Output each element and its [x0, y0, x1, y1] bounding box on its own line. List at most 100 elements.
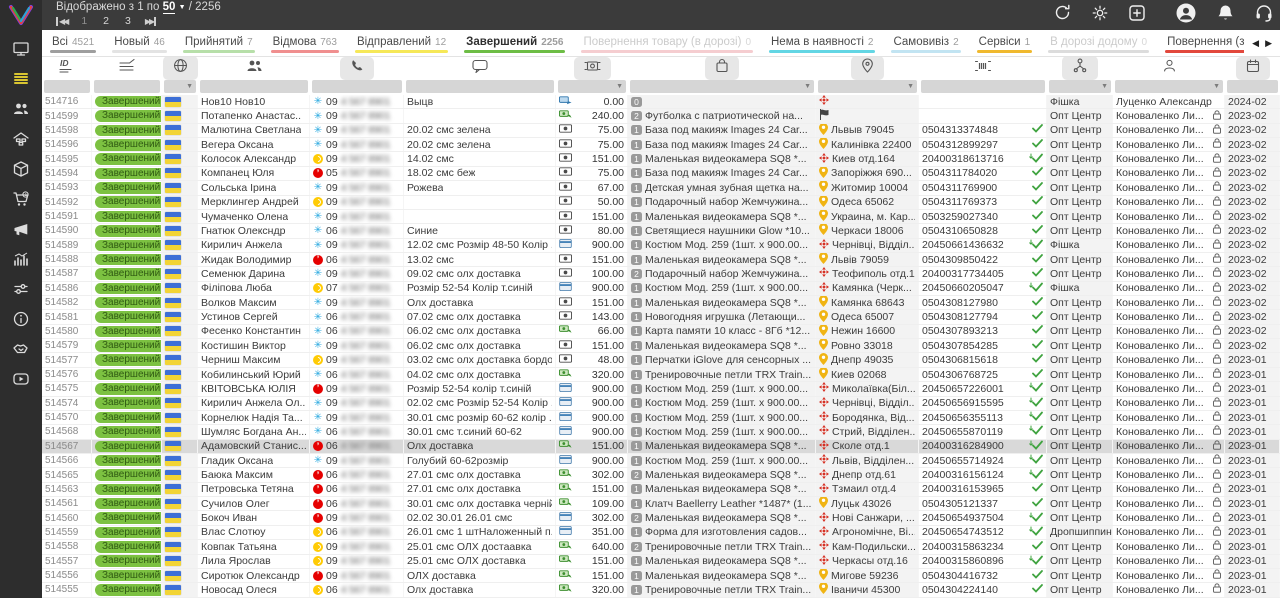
column-sort-source[interactable]	[1047, 57, 1113, 79]
table-row[interactable]: 514560ЗавершенийБокоч Иван’094 567 89010…	[42, 511, 1280, 525]
filter-ttn[interactable]	[921, 80, 1045, 93]
sidebar-item-products[interactable]	[8, 162, 34, 180]
tab-zavershenyi[interactable]: Завершений2256	[456, 30, 573, 56]
filter-status[interactable]	[94, 80, 160, 93]
column-sort-phone[interactable]	[310, 57, 404, 79]
sidebar-item-tutorials[interactable]	[8, 372, 34, 390]
table-row[interactable]: 514558ЗавершенийКовпак Татьяна094 567 89…	[42, 540, 1280, 554]
table-row[interactable]: 514557ЗавершенийЛила Ярослав094 567 8901…	[42, 555, 1280, 569]
page-button-2[interactable]: 2	[103, 15, 109, 27]
cell-source: Опт Центр	[1047, 497, 1113, 510]
sidebar-item-dashboard[interactable]	[8, 42, 34, 60]
column-sort-location[interactable]	[816, 57, 919, 79]
column-sort-comment[interactable]	[404, 57, 556, 79]
sidebar-item-company[interactable]	[8, 132, 34, 150]
tab-8[interactable]: Самовивіз2	[883, 30, 968, 56]
sidebar-item-statistics[interactable]	[8, 252, 34, 270]
filter-id[interactable]	[44, 80, 90, 93]
column-sort-price[interactable]	[556, 57, 628, 79]
sidebar-item-settings[interactable]	[8, 282, 34, 300]
tab-6[interactable]: Повернення товару (в дорозі)0	[573, 30, 761, 56]
filter-flag[interactable]: ▼	[164, 80, 196, 93]
column-sort-product[interactable]	[628, 57, 816, 79]
sidebar-item-partners[interactable]	[8, 342, 34, 360]
table-row[interactable]: 514581ЗавершенийУстинов Сергей✳064 567 8…	[42, 310, 1280, 324]
tab-3[interactable]: Відмова763	[263, 30, 347, 56]
tabs-scroll-left-icon[interactable]: ◀	[1252, 38, 1259, 49]
table-row[interactable]: 514568ЗавершенийШумляс Богдана Ан...✳064…	[42, 425, 1280, 439]
app-logo-icon[interactable]	[0, 0, 42, 30]
table-row[interactable]: 514555ЗавершенийНовосад Олеся064 567 890…	[42, 583, 1280, 597]
table-row[interactable]: 514590ЗавершенийГнатюк Олексндр✳064 567 …	[42, 224, 1280, 238]
table-row[interactable]: 514599ЗавершенийПотапенко Анастас..✳094 …	[42, 109, 1280, 123]
table-row[interactable]: 514559ЗавершенийВлас Слотюу064 567 89012…	[42, 526, 1280, 540]
table-row[interactable]: 514561ЗавершенийСучилов Олег’064 567 890…	[42, 497, 1280, 511]
tab-1[interactable]: Новый46	[104, 30, 175, 56]
column-sort-date[interactable]	[1225, 57, 1280, 79]
table-row[interactable]: 514716ЗавершенийНов10 Нов10✳094 567 8901…	[42, 95, 1280, 109]
table-row[interactable]: 514588ЗавершенийЖидак Володимир’064 567 …	[42, 253, 1280, 267]
filter-name[interactable]	[200, 80, 308, 93]
topbar-add-button[interactable]	[1128, 4, 1146, 27]
table-row[interactable]: 514577ЗавершенийЧерниш Максим094 567 890…	[42, 353, 1280, 367]
table-row[interactable]: 514592ЗавершенийМерклингер Андрей094 567…	[42, 196, 1280, 210]
filter-phone[interactable]	[312, 80, 402, 93]
sidebar-item-customers[interactable]	[8, 102, 34, 120]
page-button-1[interactable]: 1	[81, 15, 87, 27]
column-sort-id[interactable]: ID	[42, 57, 92, 79]
topbar-notifications-button[interactable]	[1216, 3, 1235, 27]
table-row[interactable]: 514563ЗавершенийПетровська Тетяна’064 56…	[42, 483, 1280, 497]
column-sort-name[interactable]	[198, 57, 310, 79]
table-row[interactable]: 514579ЗавершенийКостишин Виктор✳094 567 …	[42, 339, 1280, 353]
tab-2[interactable]: Прийнятий7	[175, 30, 263, 56]
table-row[interactable]: 514593ЗавершенийСольська Ірина✳094 567 8…	[42, 181, 1280, 195]
table-row[interactable]: 514591ЗавершенийЧумаченко Олена✳094 567 …	[42, 210, 1280, 224]
table-row[interactable]: 514575ЗавершенийКВІТОВСЬКА ЮЛІЯ’094 567 …	[42, 382, 1280, 396]
table-row[interactable]: 514589ЗавершенийКирилич Анжела✳094 567 8…	[42, 239, 1280, 253]
table-row[interactable]: 514582ЗавершенийВолков Максим✳094 567 89…	[42, 296, 1280, 310]
table-row[interactable]: 514594ЗавершенийКомпанец Юля’054 567 890…	[42, 167, 1280, 181]
table-row[interactable]: 514556ЗавершенийСиротюк Олександр’094 56…	[42, 569, 1280, 583]
tab-4[interactable]: Відправлений12	[347, 30, 456, 56]
sidebar-item-marketing[interactable]	[8, 222, 34, 240]
topbar-support-button[interactable]	[1254, 3, 1274, 28]
tab-10[interactable]: В дорозі додому0	[1040, 30, 1157, 56]
column-sort-manager[interactable]	[1113, 57, 1225, 79]
table-row[interactable]: 514567ЗавершенийАдамовский Станис...’064…	[42, 440, 1280, 454]
table-row[interactable]: 514596ЗавершенийВегера Оксана✳094 567 89…	[42, 138, 1280, 152]
table-row[interactable]: 514587ЗавершенийСеменюк Дарина✳094 567 8…	[42, 267, 1280, 281]
topbar-profile-button[interactable]	[1175, 2, 1197, 29]
tab-7[interactable]: Нема в наявності2	[761, 30, 883, 56]
tab-9[interactable]: Сервіси1	[969, 30, 1041, 56]
column-sort-status[interactable]	[92, 57, 162, 79]
tabs-scroll-right-icon[interactable]: ▶	[1265, 38, 1272, 49]
filter-comment[interactable]	[406, 80, 554, 93]
column-sort-ttn[interactable]	[919, 57, 1047, 79]
filter-manager[interactable]: ▼	[1115, 80, 1223, 93]
filter-product[interactable]: ▼	[630, 80, 814, 93]
filter-location[interactable]: ▼	[818, 80, 917, 93]
table-row[interactable]: 514574ЗавершенийКирилич Анжела Ол...✳094…	[42, 397, 1280, 411]
table-row[interactable]: 514565ЗавершенийБаюка Максим’064 567 890…	[42, 468, 1280, 482]
topbar-settings-button[interactable]	[1091, 4, 1109, 27]
column-sort-flag[interactable]	[162, 57, 198, 79]
tab-0[interactable]: Всі4521	[42, 30, 104, 56]
table-row[interactable]: 514580ЗавершенийФесенко Константин✳064 5…	[42, 325, 1280, 339]
filter-source[interactable]: ▼	[1049, 80, 1111, 93]
table-row[interactable]: 514566ЗавершенийГладик Оксана✳094 567 89…	[42, 454, 1280, 468]
table-row[interactable]: 514586ЗавершенийФіліпова Люба074 567 890…	[42, 282, 1280, 296]
first-page-button[interactable]: ◀◀	[56, 17, 67, 26]
table-row[interactable]: 514595ЗавершенийКолосок Александр094 567…	[42, 152, 1280, 166]
page-size-select[interactable]: 50	[163, 1, 176, 14]
last-page-button[interactable]: ▶▶	[145, 17, 156, 26]
table-row[interactable]: 514570ЗавершенийКорнелюк Надія Та...✳094…	[42, 411, 1280, 425]
sidebar-item-purchases[interactable]: 1	[8, 192, 34, 210]
table-row[interactable]: 514576ЗавершенийКобилинський Юрий✳064 56…	[42, 368, 1280, 382]
table-row[interactable]: 514598ЗавершенийМалютина Светлана✳094 56…	[42, 124, 1280, 138]
sidebar-item-orders[interactable]	[8, 72, 34, 90]
topbar-refresh-button[interactable]	[1053, 3, 1072, 27]
filter-price[interactable]: ▼	[558, 80, 626, 93]
sidebar-item-info[interactable]	[8, 312, 34, 330]
page-button-3[interactable]: 3	[125, 15, 131, 27]
filter-date[interactable]	[1227, 80, 1278, 93]
